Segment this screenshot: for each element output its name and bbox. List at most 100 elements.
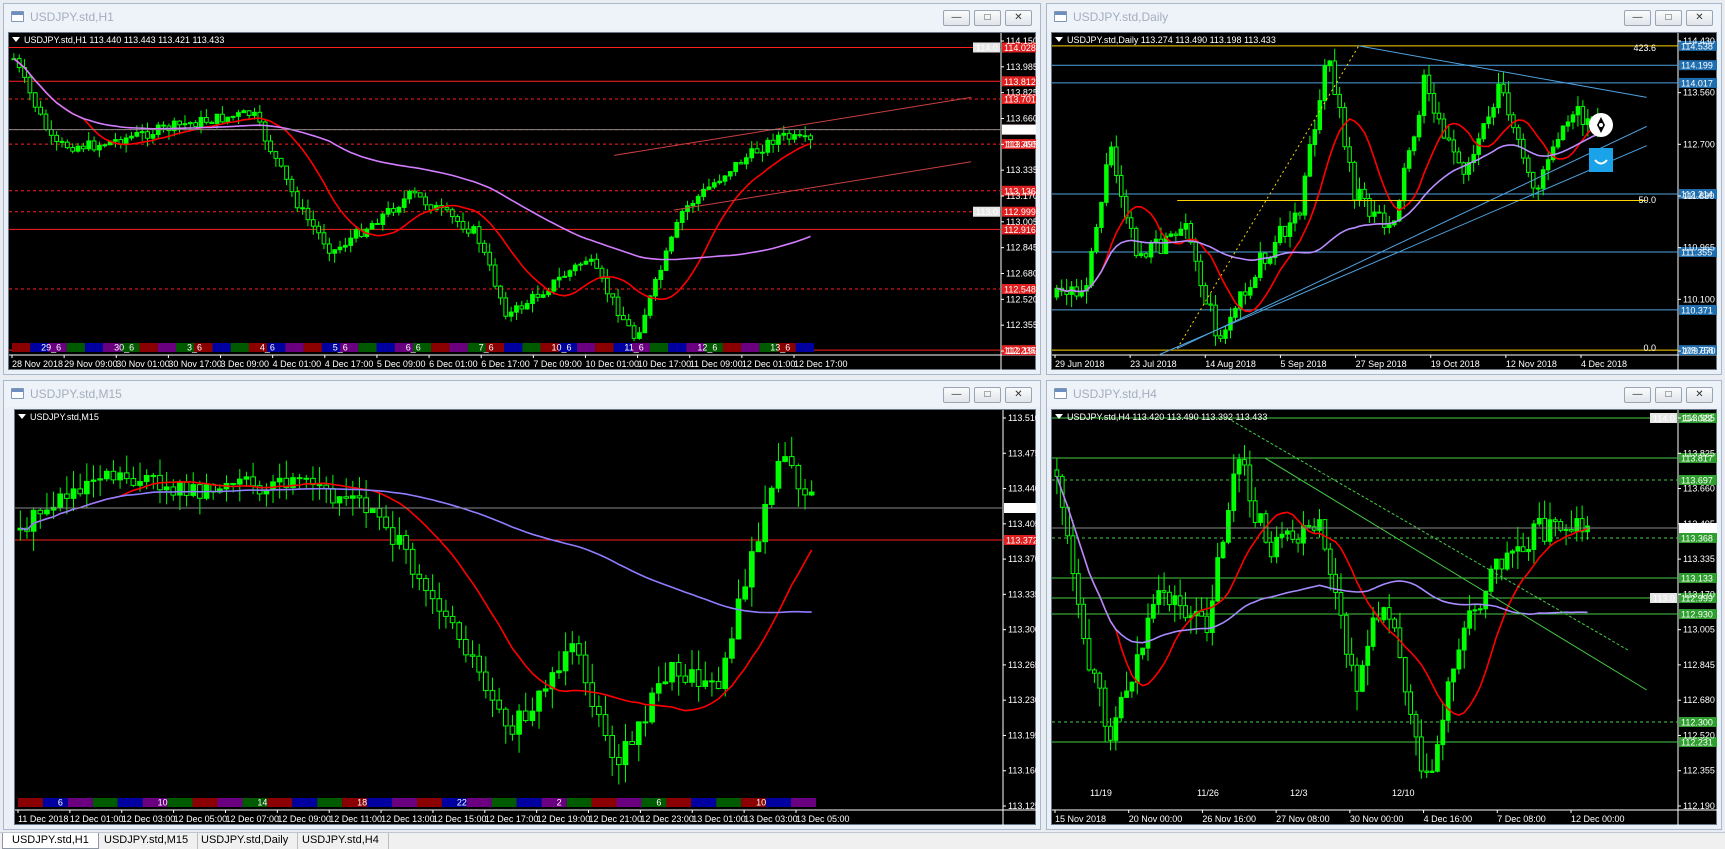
candle-body bbox=[604, 277, 610, 295]
candle-body bbox=[225, 116, 231, 123]
time-tick-label: 30 Nov 00:00 bbox=[1350, 814, 1404, 824]
current-price-label: 113.433 bbox=[1004, 125, 1036, 135]
price-tick-label: 112.355 bbox=[1006, 320, 1037, 330]
candle-body bbox=[177, 120, 182, 126]
minimize-button[interactable]: — bbox=[943, 387, 970, 403]
time-tick-label: 29 Nov 09:00 bbox=[64, 359, 118, 369]
candle-body bbox=[770, 139, 776, 145]
candle-body bbox=[1129, 681, 1135, 692]
candle-body bbox=[695, 669, 702, 687]
candle-body bbox=[1337, 93, 1342, 108]
minimize-button[interactable]: — bbox=[1624, 10, 1651, 26]
price-tick-label: 112.520 bbox=[1683, 730, 1715, 740]
minimize-button[interactable]: — bbox=[943, 10, 970, 26]
minimize-icon: — bbox=[951, 389, 962, 400]
candle-body bbox=[556, 670, 562, 674]
time-tick-label: 4 Dec 16:00 bbox=[1424, 814, 1473, 824]
candle-body bbox=[1451, 139, 1457, 153]
candle-body bbox=[1431, 92, 1437, 114]
close-icon: ✕ bbox=[1014, 389, 1023, 400]
price-chart[interactable]: 113.372 113.510 113.475 113.440 113.405 113.3… bbox=[15, 410, 1037, 826]
time-tick-label: 10 Dec 01:00 bbox=[585, 359, 639, 369]
session-segment bbox=[376, 343, 395, 352]
chart-canvas[interactable]: 114.022 113.817 113.697 113.368 113.133 112.9… bbox=[1051, 409, 1718, 826]
time-tick-label: 10 Dec 17:00 bbox=[638, 359, 692, 369]
price-chart[interactable]: 114.028113.812113.701113.450113.360113.1… bbox=[9, 33, 1037, 371]
close-button[interactable]: ✕ bbox=[1005, 387, 1032, 403]
session-segment bbox=[795, 343, 814, 352]
price-chart[interactable]: 114.538114.199114.017112.214111.355110.3… bbox=[1052, 33, 1718, 371]
session-segment bbox=[577, 343, 596, 352]
chart-window-h1[interactable]: USDJPY.std,H1 — □ ✕ 114.028 113.812 113.70… bbox=[3, 3, 1041, 375]
price-tick-label: 113.125 bbox=[1008, 801, 1037, 811]
candle-body bbox=[1411, 136, 1417, 152]
restore-button[interactable]: □ bbox=[1655, 10, 1682, 26]
candle-body bbox=[1220, 541, 1226, 559]
chart-canvas[interactable]: 114.538 114.199 114.017 112.214 111.355 110.3… bbox=[1051, 32, 1718, 371]
chart-canvas[interactable]: 114.028113.812113.701113.450113.360113.1… bbox=[8, 32, 1037, 371]
candle-body bbox=[332, 249, 338, 254]
chart-annotation: 0.0 bbox=[1643, 343, 1656, 353]
restore-button[interactable]: □ bbox=[974, 387, 1001, 403]
time-tick-label: 12 Dec 11:00 bbox=[329, 814, 382, 824]
session-label: 10_6 bbox=[552, 343, 572, 353]
dropdown-triangle-icon[interactable] bbox=[1055, 414, 1063, 419]
dropdown-triangle-icon[interactable] bbox=[1055, 37, 1063, 42]
tab-usdjpy-h1[interactable]: USDJPY.std,H1 bbox=[2, 833, 99, 849]
tab-usdjpy-h4[interactable]: USDJPY.std,H4 bbox=[293, 833, 389, 849]
candle-body bbox=[1408, 691, 1414, 715]
window-titlebar[interactable]: USDJPY.std,H1 — □ ✕ bbox=[4, 4, 1040, 30]
close-button[interactable]: ✕ bbox=[1686, 387, 1713, 403]
close-button[interactable]: ✕ bbox=[1005, 10, 1032, 26]
candle-body bbox=[330, 488, 336, 504]
candle-body bbox=[567, 270, 573, 277]
candle-body bbox=[1268, 541, 1274, 558]
chart-window-daily[interactable]: USDJPY.std,Daily — □ ✕ 114.538 114.199 114… bbox=[1046, 3, 1722, 375]
window-titlebar[interactable]: USDJPY.std,H4 — □ ✕ bbox=[1047, 381, 1721, 407]
session-segment bbox=[666, 798, 692, 807]
dropdown-triangle-icon[interactable] bbox=[12, 37, 20, 42]
restore-icon: □ bbox=[1665, 389, 1672, 400]
window-titlebar[interactable]: USDJPY.std,Daily — □ ✕ bbox=[1047, 4, 1721, 30]
tab-usdjpy-daily[interactable]: USDJPY.std,Daily bbox=[192, 833, 299, 849]
candle-body bbox=[342, 244, 348, 248]
price-tick-label: 114.150 bbox=[1006, 36, 1037, 46]
candle-body bbox=[482, 242, 487, 253]
close-button[interactable]: ✕ bbox=[1686, 10, 1713, 26]
chart-canvas[interactable]: 113.372 113.510 113.475 113.440 113.405 113.3… bbox=[14, 409, 1037, 826]
moving-average-slow bbox=[20, 487, 812, 614]
session-label: 7_6 bbox=[479, 343, 494, 353]
price-tick-label: 113.825 bbox=[1683, 448, 1715, 458]
pen-tool-icon[interactable] bbox=[1589, 113, 1613, 137]
close-icon: ✕ bbox=[1695, 389, 1704, 400]
candle-body bbox=[369, 507, 376, 514]
level-price-label: 113.372 bbox=[1006, 536, 1037, 546]
chart-window-h4[interactable]: USDJPY.std,H4 — □ ✕ 114.022 113.817 113.69… bbox=[1046, 380, 1722, 830]
dropdown-triangle-icon[interactable] bbox=[18, 414, 26, 419]
candle-body bbox=[795, 465, 802, 490]
smile-badge-icon[interactable] bbox=[1589, 148, 1613, 172]
candle-body bbox=[268, 140, 273, 153]
candle-body bbox=[768, 487, 775, 505]
candle-body bbox=[1054, 287, 1059, 298]
candle-body bbox=[1467, 610, 1472, 629]
trend-line bbox=[1264, 457, 1647, 691]
candle-body bbox=[690, 202, 696, 207]
price-chart[interactable]: 114.022113.817113.697113.368113.133112.9… bbox=[1052, 410, 1718, 826]
session-label: 6 bbox=[656, 798, 661, 808]
restore-button[interactable]: □ bbox=[1655, 387, 1682, 403]
candle-body bbox=[519, 305, 525, 310]
candle-body bbox=[733, 162, 739, 173]
candle-body bbox=[1352, 161, 1357, 201]
candle-body bbox=[391, 207, 396, 213]
minimize-button[interactable]: — bbox=[1624, 387, 1651, 403]
candle-body bbox=[139, 131, 145, 134]
candle-body bbox=[1494, 558, 1499, 570]
chart-window-m15[interactable]: USDJPY.std,M15 — □ ✕ 113.372 113.510 113.4… bbox=[3, 380, 1041, 830]
candle-body bbox=[755, 541, 762, 553]
candle-body bbox=[727, 171, 733, 177]
candle-body bbox=[443, 610, 449, 617]
tab-usdjpy-m15[interactable]: USDJPY.std,M15 bbox=[95, 833, 199, 849]
restore-button[interactable]: □ bbox=[974, 10, 1001, 26]
window-titlebar[interactable]: USDJPY.std,M15 — □ ✕ bbox=[4, 381, 1040, 407]
